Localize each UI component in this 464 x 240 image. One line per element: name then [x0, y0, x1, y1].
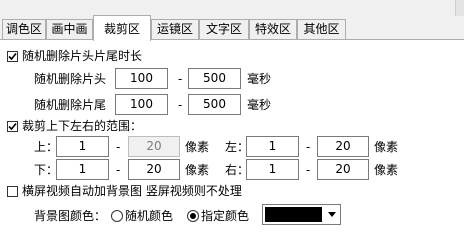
tail-max-input[interactable]: 500	[188, 94, 241, 115]
chevron-down-icon	[324, 205, 340, 224]
crop-right-unit: 像素	[374, 163, 399, 177]
background-color-label: 背景图颜色：	[34, 209, 107, 223]
crop-range-label: 裁剪上下左右的范围：	[22, 119, 143, 133]
tail-range-separator: -	[178, 98, 183, 112]
crop-left-separator: -	[306, 140, 311, 154]
random-color-radio[interactable]	[111, 210, 123, 222]
specified-color-label: 指定颜色	[201, 209, 250, 223]
checkmark-icon	[8, 122, 17, 131]
crop-top-max-input[interactable]: 20	[128, 136, 180, 157]
crop-range-checkbox[interactable]	[7, 121, 18, 132]
crop-left-max-input[interactable]: 20	[317, 136, 369, 157]
tab-crop[interactable]: 裁剪区	[93, 15, 151, 41]
tail-min-input[interactable]: 100	[115, 94, 168, 115]
crop-top-label: 上：	[34, 140, 59, 154]
specified-color-radio[interactable]	[187, 210, 199, 222]
head-unit: 毫秒	[247, 72, 272, 86]
crop-bottom-unit: 像素	[185, 163, 210, 177]
window-edge	[455, 0, 464, 16]
checkmark-icon	[8, 52, 17, 61]
crop-right-min-input[interactable]: 1	[246, 159, 299, 180]
crop-top-separator: -	[116, 140, 121, 154]
color-picker-dropdown[interactable]	[262, 204, 341, 225]
tab-color[interactable]: 调色区	[2, 19, 46, 39]
tab-text[interactable]: 文字区	[199, 19, 249, 39]
random-color-label: 随机颜色	[125, 209, 174, 223]
crop-left-min-input[interactable]: 1	[246, 136, 299, 157]
crop-right-max-input[interactable]: 20	[317, 159, 369, 180]
tab-divider	[0, 39, 464, 40]
head-min-input[interactable]: 100	[115, 68, 168, 89]
crop-top-unit: 像素	[185, 140, 210, 154]
tab-other[interactable]: 其他区	[297, 19, 346, 39]
color-swatch	[265, 207, 322, 222]
head-label: 随机删除片头	[34, 72, 107, 86]
tab-effects[interactable]: 特效区	[249, 19, 297, 39]
tail-unit: 毫秒	[247, 98, 272, 112]
landscape-background-checkbox[interactable]	[7, 186, 18, 197]
crop-bottom-separator: -	[116, 163, 121, 177]
tail-label: 随机删除片尾	[34, 98, 107, 112]
crop-bottom-min-input[interactable]: 1	[56, 159, 109, 180]
tab-strip: 调色区 画中画 裁剪区 运镜区 文字区 特效区 其他区	[0, 0, 464, 41]
landscape-background-label: 横屏视频自动加背景图 竖屏视频则不处理	[22, 184, 242, 198]
head-range-separator: -	[178, 72, 183, 86]
crop-right-separator: -	[306, 163, 311, 177]
crop-top-min-input[interactable]: 1	[56, 136, 109, 157]
random-delete-label: 随机删除片头片尾时长	[22, 49, 143, 63]
tab-picture-in-picture[interactable]: 画中画	[46, 19, 93, 39]
crop-left-unit: 像素	[374, 140, 399, 154]
head-max-input[interactable]: 500	[188, 68, 241, 89]
crop-bottom-label: 下：	[34, 163, 59, 177]
tab-camera-motion[interactable]: 运镜区	[151, 19, 199, 39]
crop-bottom-max-input[interactable]: 20	[128, 159, 180, 180]
random-delete-checkbox[interactable]	[7, 51, 18, 62]
